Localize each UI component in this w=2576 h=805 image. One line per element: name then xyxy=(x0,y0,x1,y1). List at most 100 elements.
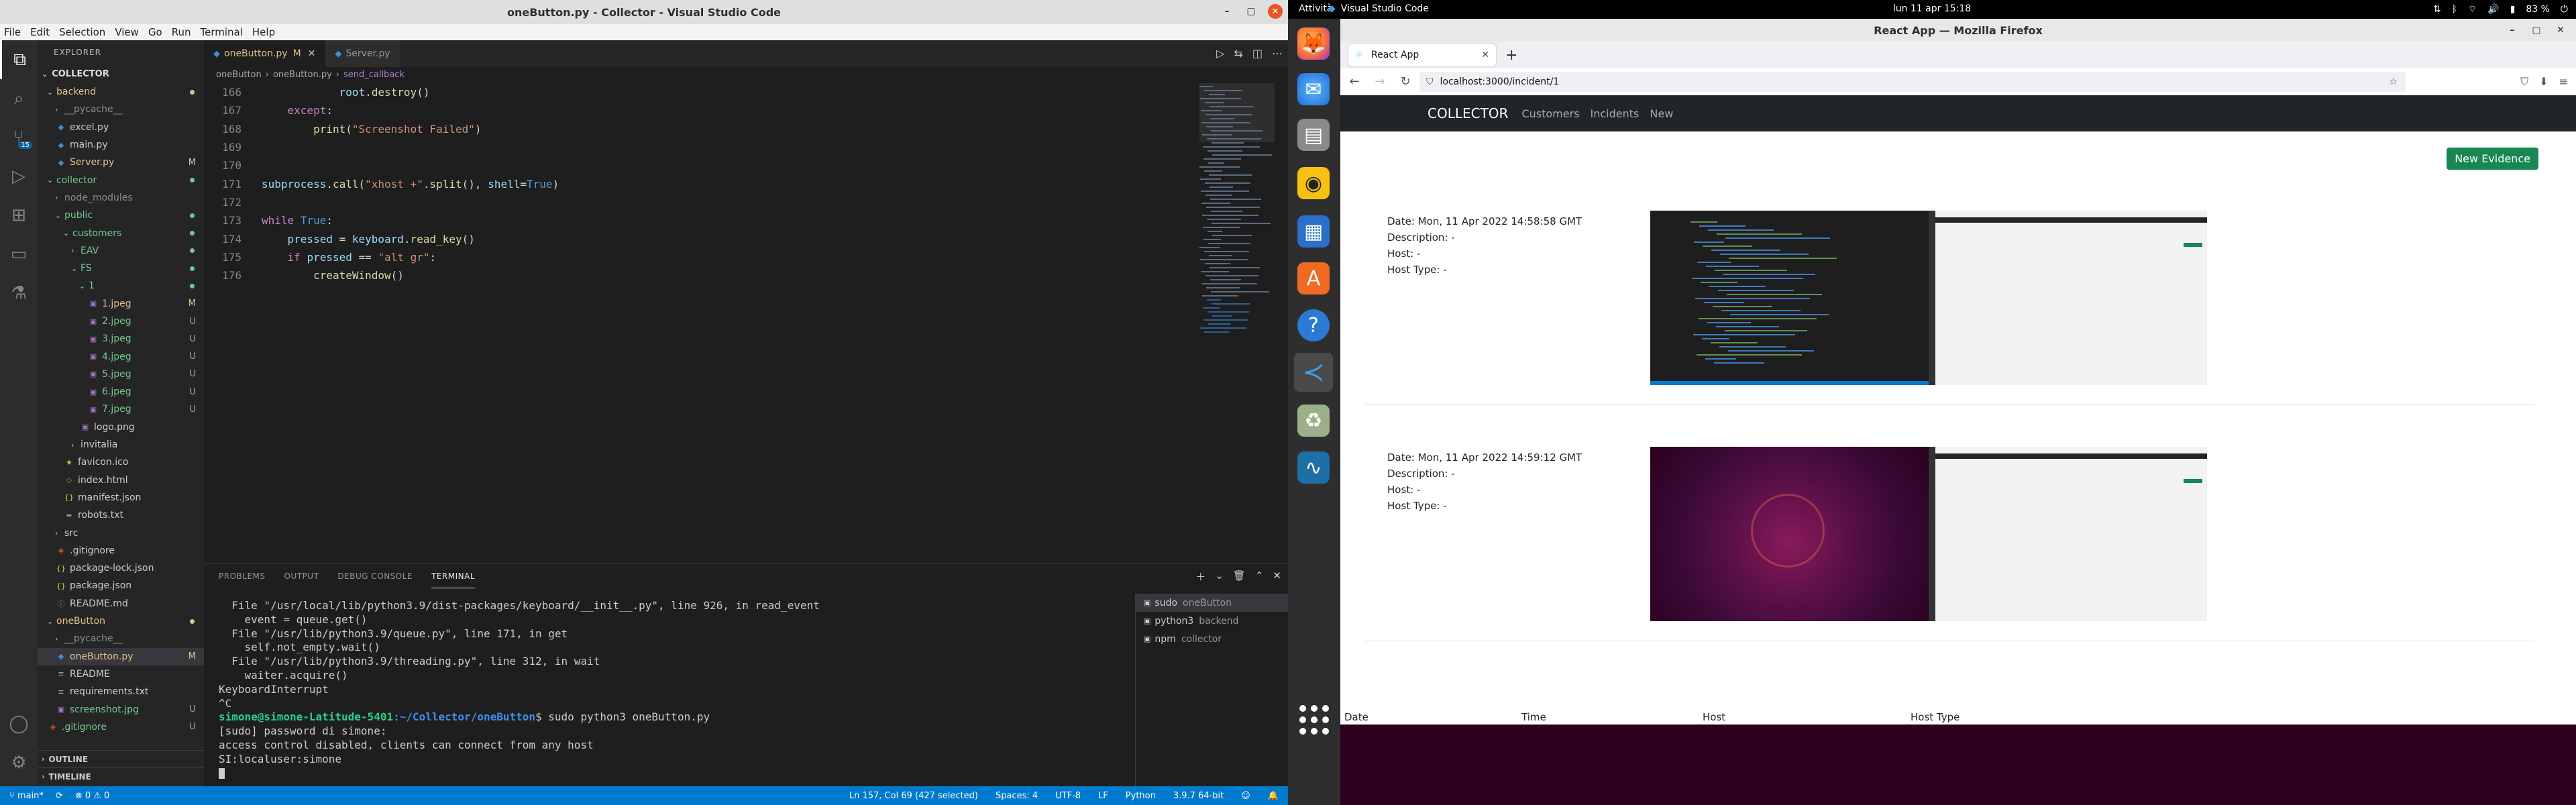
close-tab-icon[interactable]: ✕ xyxy=(1481,50,1489,60)
more-actions-icon[interactable]: ⋯ xyxy=(1272,47,1283,60)
tree-item-2-jpeg[interactable]: ▣ 2.jpeg U xyxy=(38,313,204,330)
panel-tab-debug-console[interactable]: DEBUG CONSOLE xyxy=(337,564,413,588)
help-icon[interactable]: ? xyxy=(1294,306,1333,345)
nav-link-new[interactable]: New xyxy=(1650,107,1673,120)
extensions-icon[interactable]: ⬇ xyxy=(2539,75,2548,89)
maximize-icon[interactable]: ▢ xyxy=(2529,23,2544,38)
tree-item-package-lock-json[interactable]: {} package-lock.json xyxy=(38,559,204,577)
notifications-icon[interactable]: 🔔 xyxy=(1268,791,1279,801)
tree-item-5-jpeg[interactable]: ▣ 5.jpeg U xyxy=(38,366,204,383)
terminal-instance-sudo[interactable]: ▣ sudo oneButton xyxy=(1136,594,1288,612)
editor-tab-onebutton-py[interactable]: ◆ oneButton.py M ✕ xyxy=(204,40,326,67)
chevron-down-icon[interactable]: ⌄ xyxy=(1215,570,1224,584)
vscode-dock-icon[interactable]: ≺ xyxy=(1294,353,1333,392)
nav-link-customers[interactable]: Customers xyxy=(1521,107,1579,120)
minimize-icon[interactable]: – xyxy=(1220,4,1234,19)
problems-count[interactable]: ⊗ 0 ⚠ 0 xyxy=(75,791,110,801)
thunderbird-icon[interactable]: ✉ xyxy=(1294,70,1333,109)
incident-screenshot[interactable] xyxy=(1650,447,2207,621)
maximize-panel-icon[interactable]: ⌃ xyxy=(1255,570,1264,584)
status-indentation[interactable]: Spaces: 4 xyxy=(996,791,1038,801)
feedback-icon[interactable]: ☺ xyxy=(1241,791,1250,801)
tree-item-favicon-ico[interactable]: ★ favicon.ico xyxy=(38,453,204,471)
site-info-icon[interactable]: ⛉ xyxy=(1426,76,1434,87)
tree-item-src[interactable]: › src xyxy=(38,524,204,541)
firefox-icon[interactable]: 🦊 xyxy=(1294,24,1333,63)
tree-item-invitalia[interactable]: › invitalia xyxy=(38,436,204,453)
navbar-brand[interactable]: COLLECTOR xyxy=(1428,105,1508,121)
source-control-icon[interactable]: ⑂ 15 xyxy=(0,118,38,157)
explorer-icon[interactable]: ⧉ xyxy=(0,40,38,79)
menu-go[interactable]: Go xyxy=(148,26,162,38)
tree-item-server-py[interactable]: ◆ Server.py M xyxy=(38,154,204,171)
tree-item-6-jpeg[interactable]: ▣ 6.jpeg U xyxy=(38,383,204,400)
status-cursor-position[interactable]: Ln 157, Col 69 (427 selected) xyxy=(849,791,978,801)
panel-tab-problems[interactable]: PROBLEMS xyxy=(219,564,266,588)
settings-gear-icon[interactable]: ⚙ xyxy=(0,743,38,782)
outline-section[interactable]: › OUTLINE xyxy=(38,750,204,767)
terminal-instance-python3[interactable]: ▣ python3 backend xyxy=(1136,612,1288,630)
tree-item--pycache-[interactable]: › __pycache__ xyxy=(38,101,204,118)
split-editor-icon[interactable]: ◫ xyxy=(1252,47,1263,60)
rhythmbox-icon[interactable]: ◉ xyxy=(1294,164,1333,203)
extensions-icon[interactable]: ⊞ xyxy=(0,196,38,235)
tree-item--gitignore[interactable]: ◈ .gitignore xyxy=(38,542,204,559)
forward-icon[interactable]: → xyxy=(1368,74,1391,89)
search-icon[interactable]: ⌕ xyxy=(0,79,38,118)
tree-item-excel-py[interactable]: ◆ excel.py xyxy=(38,119,204,136)
tree-item-robots-txt[interactable]: ≡ robots.txt xyxy=(38,506,204,524)
tree-item--gitignore[interactable]: ◈ .gitignore U xyxy=(38,718,204,736)
status-python-interpreter[interactable]: 3.9.7 64-bit xyxy=(1173,791,1224,801)
tree-item-manifest-json[interactable]: {} manifest.json xyxy=(38,489,204,506)
incident-screenshot[interactable] xyxy=(1650,211,2207,385)
close-panel-icon[interactable]: ✕ xyxy=(1273,570,1281,584)
explorer-root-folder[interactable]: ⌄ COLLECTOR xyxy=(38,64,204,83)
minimap-viewport[interactable] xyxy=(1199,83,1275,142)
git-branch[interactable]: ⑂ main* xyxy=(9,791,44,801)
files-icon[interactable]: ▤ xyxy=(1294,115,1333,154)
url-bar[interactable]: ⛉ localhost:3000/incident/1 ☆ xyxy=(1419,72,2406,92)
mysql-workbench-icon[interactable]: ∿ xyxy=(1294,448,1333,487)
status-eol[interactable]: LF xyxy=(1098,791,1108,801)
testing-icon[interactable]: ⚗ xyxy=(0,274,38,313)
show-applications-icon[interactable] xyxy=(1297,703,1331,737)
tree-item-3-jpeg[interactable]: ▣ 3.jpeg U xyxy=(38,330,204,347)
maximize-icon[interactable]: ▢ xyxy=(1244,4,1258,19)
status-encoding[interactable]: UTF-8 xyxy=(1055,791,1081,801)
back-icon[interactable]: ← xyxy=(1343,74,1366,89)
tree-item-index-html[interactable]: ◇ index.html xyxy=(38,472,204,489)
pocket-icon[interactable]: ⛉ xyxy=(2520,75,2528,89)
panel-tab-output[interactable]: OUTPUT xyxy=(284,564,319,588)
menu-selection[interactable]: Selection xyxy=(59,26,105,38)
tree-item-onebutton-py[interactable]: ◆ oneButton.py M xyxy=(38,647,204,665)
tree-item-backend[interactable]: ⌄ backend xyxy=(38,83,204,101)
breadcrumb-item[interactable]: send_callback xyxy=(343,70,405,80)
breadcrumb-item[interactable]: oneButton.py xyxy=(273,70,332,80)
tree-item-1[interactable]: ⌄ 1 xyxy=(38,277,204,294)
menu-terminal[interactable]: Terminal xyxy=(201,26,243,38)
close-icon[interactable]: ✕ xyxy=(2553,23,2568,38)
libreoffice-writer-icon[interactable]: ▦ xyxy=(1294,212,1333,251)
terminal-output[interactable]: File "/usr/local/lib/python3.9/dist-pack… xyxy=(219,599,1131,780)
new-evidence-button[interactable]: New Evidence xyxy=(2447,148,2538,170)
trash-icon[interactable]: ♻ xyxy=(1294,401,1333,440)
menu-run[interactable]: Run xyxy=(172,26,191,38)
code-editor[interactable]: 166 root.destroy() 167 except: 168 print("… xyxy=(204,83,1197,284)
reload-icon[interactable]: ↻ xyxy=(1394,74,1417,89)
close-icon[interactable]: ✕ xyxy=(1268,4,1283,19)
new-terminal-icon[interactable]: ＋ xyxy=(1195,570,1205,584)
editor-tab-server-py[interactable]: ◆ Server.py xyxy=(325,40,400,67)
tree-item-screenshot-jpg[interactable]: ▣ screenshot.jpg U xyxy=(38,700,204,718)
sync-icon[interactable]: ⟳ xyxy=(56,791,63,801)
compare-icon[interactable]: ⇆ xyxy=(1234,47,1242,60)
tree-item-customers[interactable]: ⌄ customers xyxy=(38,224,204,241)
tree-item-fs[interactable]: ⌄ FS xyxy=(38,260,204,277)
tree-item-public[interactable]: ⌄ public xyxy=(38,207,204,224)
menu-help[interactable]: Help xyxy=(252,26,275,38)
ubuntu-software-icon[interactable]: A xyxy=(1294,259,1333,298)
tree-item-onebutton[interactable]: ⌄ oneButton xyxy=(38,612,204,630)
nav-link-incidents[interactable]: Incidents xyxy=(1591,107,1640,120)
tree-item-eav[interactable]: › EAV xyxy=(38,242,204,260)
tree-item-requirements-txt[interactable]: ≡ requirements.txt xyxy=(38,683,204,700)
tree-item-logo-png[interactable]: ▣ logo.png xyxy=(38,419,204,436)
